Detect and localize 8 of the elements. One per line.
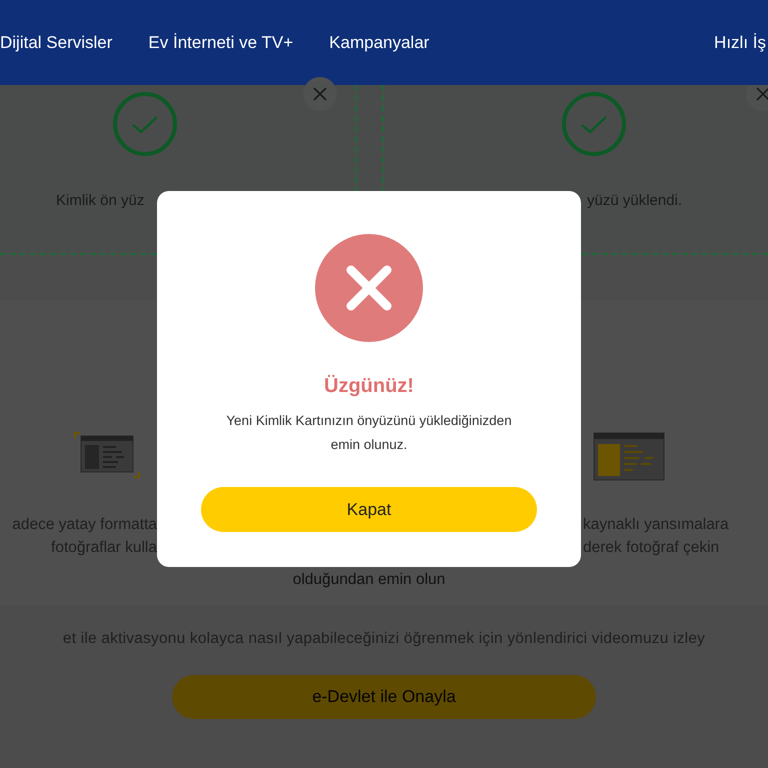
nav-link[interactable]: Kampanyalar (329, 30, 430, 56)
nav-link[interactable]: Ev İnterneti ve TV+ (148, 30, 294, 56)
nav-link[interactable]: Hızlı İş (714, 30, 768, 56)
dialog-title: Üzgünüz! (324, 374, 414, 399)
dialog-message: Yeni Kimlik Kartınızın önyüzünü yüklediğinizden emin olunuz. (225, 412, 513, 454)
nav-link[interactable]: Dijital Servisler (0, 30, 112, 56)
tip-text: olduğundan emin olun (292, 570, 446, 590)
close-dialog-button[interactable]: Kapat (201, 487, 537, 532)
